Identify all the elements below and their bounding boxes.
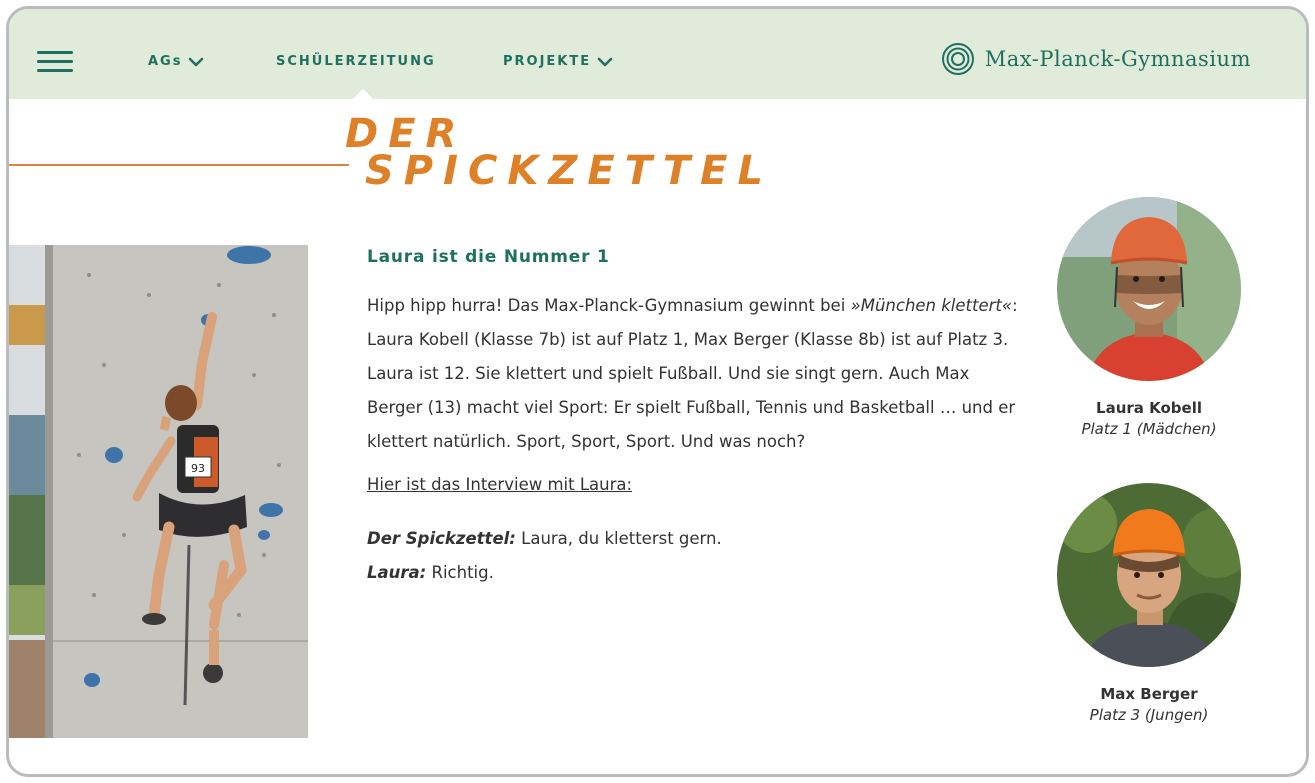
climber-bib-number: 93 [191, 462, 205, 475]
chevron-down-icon [597, 57, 613, 66]
nav-item-projekte[interactable]: PROJEKTE [503, 54, 613, 69]
nav-item-schuelerzeitung-label: SCHÜLERZEITUNG [276, 54, 436, 69]
brand-name: Max-Planck-Gymnasium [984, 47, 1251, 71]
page-frame: AGs SCHÜLERZEITUNG PROJEKTE Max-Planck-G… [6, 6, 1309, 777]
title-divider [9, 164, 349, 166]
article: Laura ist die Nummer 1 Hipp hipp hurra! … [367, 247, 1027, 590]
interview-link[interactable]: Hier ist das Interview mit Laura: [367, 475, 632, 494]
profile-rank: Platz 3 (Jungen) [1089, 706, 1209, 724]
profile-rank: Platz 1 (Mädchen) [1081, 420, 1217, 438]
active-nav-indicator [351, 89, 375, 101]
nav-item-projekte-label: PROJEKTE [503, 54, 592, 69]
article-body: Hipp hipp hurra! Das Max-Planck-Gymnasiu… [367, 289, 1027, 459]
dialog-line: Laura: Richtig. [367, 556, 1027, 590]
chevron-down-icon [189, 57, 204, 66]
dialog-text: Richtig. [426, 563, 494, 582]
brand-logo-icon [941, 43, 974, 75]
nav-item-schuelerzeitung[interactable]: SCHÜLERZEITUNG [276, 54, 436, 69]
hamburger-menu-icon[interactable] [37, 51, 73, 73]
brand[interactable]: Max-Planck-Gymnasium [941, 42, 1251, 76]
dialog-speaker: Laura: [367, 563, 427, 582]
profile-laura: Laura Kobell Platz 1 (Mädchen) [1039, 197, 1259, 438]
dialog-line: Der Spickzettel: Laura, du kletterst ger… [367, 522, 1027, 556]
page-title-line-2: SPICKZETTEL [365, 148, 773, 194]
page-title: DER SPICKZETTEL [345, 114, 773, 191]
top-navigation-bar: AGs SCHÜLERZEITUNG PROJEKTE Max-Planck-G… [9, 9, 1306, 101]
nav-item-ags-label: AGs [148, 54, 183, 69]
article-heading: Laura ist die Nummer 1 [367, 247, 610, 267]
dialog-text: Laura, du kletterst gern. [515, 529, 722, 548]
nav-item-ags[interactable]: AGs [148, 54, 204, 69]
profile-name: Laura Kobell [1096, 399, 1202, 417]
avatar-laura [1057, 197, 1241, 381]
profile-name: Max Berger [1100, 685, 1198, 703]
article-body-text-2: : Laura Kobell (Klasse 7b) ist auf Platz… [367, 296, 1018, 451]
climbing-photo: 93 [9, 245, 308, 738]
interview-dialog: Der Spickzettel: Laura, du kletterst ger… [367, 522, 1027, 590]
article-body-text-1: Hipp hipp hurra! Das Max-Planck-Gymnasiu… [367, 296, 851, 315]
dialog-speaker: Der Spickzettel: [367, 529, 516, 548]
profile-max: Max Berger Platz 3 (Jungen) [1039, 483, 1259, 724]
event-name: »München klettert« [850, 296, 1013, 315]
avatar-max [1057, 483, 1241, 667]
